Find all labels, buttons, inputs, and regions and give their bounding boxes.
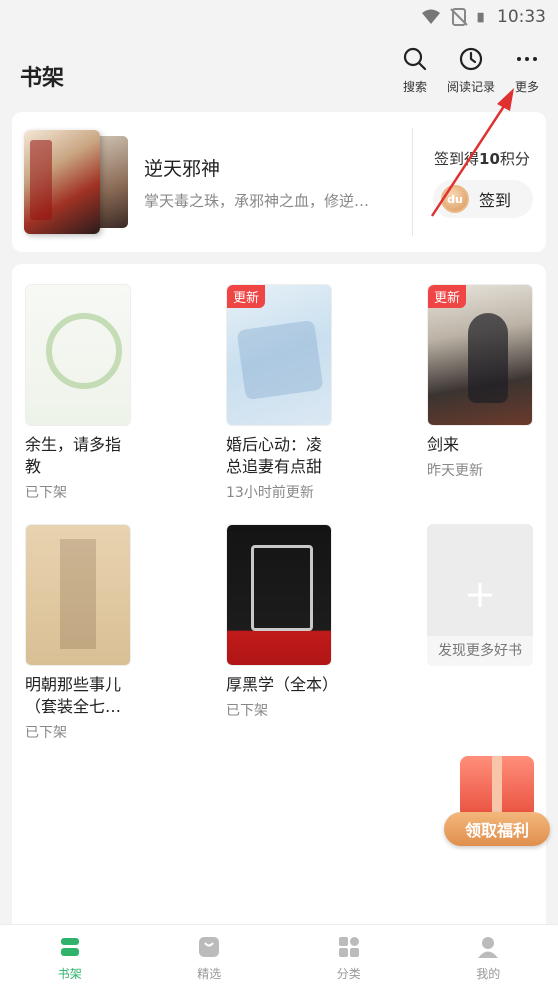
discover-more-books[interactable]: 发现更多好书 bbox=[427, 524, 547, 666]
divider bbox=[412, 128, 413, 236]
header: 书架 搜索 阅读记录 更多 bbox=[0, 34, 558, 112]
recent-book-description: 掌天毒之珠，承邪神之血，修逆… bbox=[144, 192, 370, 210]
signin-button-label: 签到 bbox=[479, 191, 512, 210]
book-title: 剑来 bbox=[427, 435, 460, 454]
tab-label: 分类 bbox=[336, 967, 361, 981]
tab-bookshelf[interactable]: 书架 bbox=[0, 925, 140, 992]
wifi-icon bbox=[422, 9, 440, 24]
claim-welfare-button[interactable]: 领取福利 bbox=[444, 812, 550, 846]
update-badge: 更新 bbox=[227, 285, 266, 308]
cover-front bbox=[24, 130, 100, 234]
recent-book-cover[interactable] bbox=[24, 130, 134, 234]
book-title: 厚黑学（全本） bbox=[226, 675, 339, 694]
signin-points: 10 bbox=[479, 150, 500, 168]
book-cover[interactable] bbox=[25, 284, 131, 426]
welfare-widget[interactable]: 领取福利 bbox=[444, 748, 550, 848]
no-sim-icon bbox=[450, 8, 468, 26]
search-button[interactable]: 搜索 bbox=[385, 46, 445, 95]
book-item[interactable]: 更新 剑来 昨天更新 bbox=[427, 284, 547, 480]
book-title: 婚后心动：凌总追妻有点甜 bbox=[226, 435, 323, 476]
book-item[interactable]: 余生，请多指教 已下架 bbox=[25, 284, 145, 502]
recent-book-card[interactable]: 逆天邪神 掌天毒之珠，承邪神之血，修逆… 签到得10积分 du 签到 bbox=[12, 112, 546, 252]
category-icon bbox=[338, 937, 359, 957]
more-button[interactable]: 更多 bbox=[497, 46, 557, 95]
book-status: 已下架 bbox=[226, 703, 268, 719]
bottom-tab-bar: 书架 精选 分类 我的 bbox=[0, 924, 558, 992]
more-icon bbox=[517, 57, 537, 61]
reading-history-label: 阅读记录 bbox=[446, 80, 495, 94]
book-title: 余生，请多指教 bbox=[25, 435, 122, 476]
tab-label: 我的 bbox=[476, 967, 501, 981]
book-cover[interactable] bbox=[25, 524, 131, 666]
tab-category[interactable]: 分类 bbox=[279, 925, 419, 992]
search-label: 搜索 bbox=[402, 80, 427, 94]
signin-button[interactable]: du 签到 bbox=[433, 180, 533, 218]
tab-featured[interactable]: 精选 bbox=[140, 925, 280, 992]
bookshelf-icon bbox=[60, 938, 79, 956]
recent-book-title[interactable]: 逆天邪神 bbox=[144, 154, 220, 181]
book-item[interactable]: 更新 婚后心动：凌总追妻有点甜 13小时前更新 bbox=[226, 284, 346, 502]
user-icon bbox=[478, 937, 499, 958]
book-status: 已下架 bbox=[25, 485, 67, 501]
reading-history-button[interactable]: 阅读记录 bbox=[441, 46, 501, 95]
book-cover[interactable]: 更新 bbox=[226, 284, 332, 426]
search-icon bbox=[403, 47, 427, 71]
book-cover[interactable]: 更新 bbox=[427, 284, 533, 426]
book-item[interactable]: 厚黑学（全本） 已下架 bbox=[226, 524, 346, 720]
discover-more-label: 发现更多好书 bbox=[427, 636, 533, 666]
bag-icon bbox=[199, 937, 220, 957]
tab-mine[interactable]: 我的 bbox=[419, 925, 558, 992]
status-bar: 10:33 bbox=[0, 0, 558, 34]
book-status: 昨天更新 bbox=[427, 463, 483, 479]
update-badge: 更新 bbox=[428, 285, 467, 308]
clock-icon bbox=[459, 47, 483, 71]
more-label: 更多 bbox=[514, 80, 539, 94]
book-status: 已下架 bbox=[25, 725, 67, 741]
status-time: 10:33 bbox=[497, 7, 546, 27]
tab-label: 精选 bbox=[197, 967, 222, 981]
tab-label: 书架 bbox=[57, 967, 82, 981]
gift-ribbon bbox=[492, 756, 502, 818]
signin-suffix: 积分 bbox=[499, 150, 530, 168]
page-title: 书架 bbox=[20, 66, 65, 91]
book-status: 13小时前更新 bbox=[226, 485, 314, 501]
book-item[interactable]: 明朝那些事儿（套装全七… 已下架 bbox=[25, 524, 145, 742]
coin-icon: du bbox=[441, 185, 469, 213]
battery-icon bbox=[477, 12, 484, 23]
book-cover[interactable] bbox=[226, 524, 332, 666]
signin-prefix: 签到得 bbox=[434, 150, 480, 168]
signin-reward-text: 签到得10积分 bbox=[434, 148, 530, 169]
book-title: 明朝那些事儿（套装全七… bbox=[25, 675, 122, 716]
